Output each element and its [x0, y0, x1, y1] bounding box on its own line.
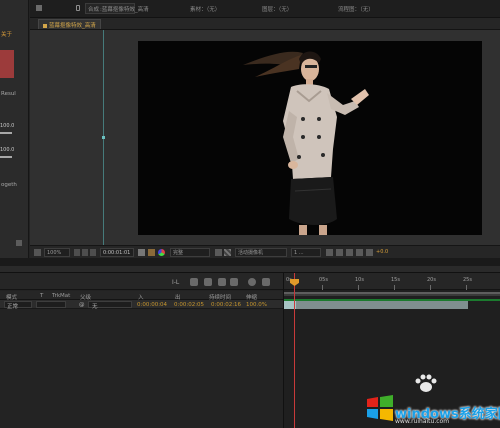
- effect-controls-panel: 关于 Resul 100.0 100.0 ogeth: [0, 0, 29, 258]
- pickwhip-icon[interactable]: @: [79, 302, 85, 308]
- ruler-mark: [394, 285, 395, 290]
- layer-duration[interactable]: 0:00:02:16: [211, 302, 241, 308]
- watermark: windows系统家园 www.ruihaitu.com: [355, 373, 500, 428]
- timeline-column-headers: 模式 T TrkMat 父级 入 出 持续时间 伸缩: [0, 291, 283, 301]
- timeline-tab-bar: [0, 266, 500, 273]
- ruler-tick-2: 10s: [355, 277, 364, 283]
- ruler-mark: [358, 285, 359, 290]
- layer-clip-bar[interactable]: [284, 301, 468, 309]
- color-swatch[interactable]: [0, 50, 14, 78]
- brainstorm-icon[interactable]: [262, 278, 270, 286]
- timecode-glyph[interactable]: I-L: [172, 279, 179, 286]
- layer-tab[interactable]: 图层：（无）: [262, 5, 292, 13]
- fast-previews-icon[interactable]: [336, 249, 343, 256]
- ruler-mark: [322, 285, 323, 290]
- draft-3d-icon[interactable]: [190, 278, 198, 286]
- collapse-handle[interactable]: [16, 240, 22, 246]
- always-preview-icon[interactable]: [34, 249, 41, 256]
- value-field-1[interactable]: 100.0: [0, 123, 14, 129]
- current-time-display[interactable]: 0:00:01:01: [100, 248, 134, 257]
- composition-tab-prefix: 合成: [88, 7, 100, 13]
- work-area-handle[interactable]: [284, 292, 500, 294]
- channel-icon[interactable]: [158, 249, 165, 256]
- slider-1[interactable]: [0, 132, 12, 134]
- ruler-mark: [430, 285, 431, 290]
- toggle-pixel-aspect-icon[interactable]: [326, 249, 333, 256]
- motion-blur-icon[interactable]: [230, 278, 238, 286]
- col-track[interactable]: T: [40, 293, 43, 299]
- ruler-tick-1: 05s: [319, 277, 328, 283]
- layer-row[interactable]: 正常 @ 无 0:00:00:04 0:00:02:05 0:00:02:16 …: [0, 300, 283, 310]
- time-ruler[interactable]: 0s 05s 10s 15s 20s 25s: [284, 273, 500, 290]
- composition-tab-bar: 合成 :蓝幕抠像特效_高清 素材：（无） 图层：（无） 流程图：（无）: [30, 0, 500, 18]
- layer-in-point[interactable]: 0:00:00:04: [137, 302, 167, 308]
- composition-viewer[interactable]: [30, 30, 500, 245]
- zoom-dropdown[interactable]: 100%: [44, 248, 70, 257]
- paw-logo-icon: [415, 374, 437, 392]
- layer-list-empty-area[interactable]: [0, 309, 283, 428]
- snapshot-icon[interactable]: [138, 249, 145, 256]
- grid-icon[interactable]: [90, 249, 96, 256]
- composition-subtab[interactable]: 蓝幕抠像特效_高清: [38, 19, 101, 29]
- shy-icon[interactable]: [204, 278, 212, 286]
- ruler-tick-4: 20s: [427, 277, 436, 283]
- panel-label-result: Resul: [1, 91, 16, 97]
- show-snapshot-icon[interactable]: [148, 249, 155, 256]
- timeline-controls: I-L: [0, 273, 283, 290]
- layer-stretch[interactable]: 100.0%: [246, 302, 267, 308]
- playhead-line[interactable]: [294, 273, 295, 428]
- ruler-tick-5: 25s: [463, 277, 472, 283]
- layer-out-point[interactable]: 0:00:02:05: [174, 302, 204, 308]
- region-of-interest-icon[interactable]: [215, 249, 222, 256]
- composition-icon: [43, 23, 47, 28]
- views-dropdown[interactable]: 1 ...: [291, 248, 321, 257]
- composition-canvas[interactable]: [138, 41, 482, 235]
- flowchart-tab[interactable]: 流程图：（无）: [338, 5, 374, 13]
- lock-icon[interactable]: [76, 5, 80, 11]
- exposure-value[interactable]: +0.0: [376, 248, 388, 257]
- windows-logo-icon: [367, 395, 393, 421]
- trkmat-dropdown[interactable]: [36, 301, 66, 308]
- footage-tab[interactable]: 素材：（无）: [190, 5, 220, 13]
- panel-label-about: 关于: [1, 32, 13, 38]
- timeline-icon[interactable]: [346, 249, 353, 256]
- panel-divider[interactable]: [0, 258, 500, 266]
- reset-exposure-icon[interactable]: [366, 249, 373, 256]
- safe-margins-icon[interactable]: [74, 249, 80, 256]
- transparency-grid-icon[interactable]: [224, 249, 231, 256]
- slider-2[interactable]: [0, 156, 12, 158]
- viewer-toolbar: 100% 0:00:01:01 完整 活动摄像机 1 ... +0.0: [30, 245, 500, 258]
- panel-label-together: ogeth: [1, 182, 17, 188]
- camera-dropdown[interactable]: 活动摄像机: [235, 248, 287, 257]
- col-trkmat[interactable]: TrkMat: [52, 293, 70, 299]
- keyed-figure-image: [243, 51, 369, 235]
- ruler-mark: [466, 285, 467, 290]
- mask-visibility-icon[interactable]: [82, 249, 88, 256]
- composition-subtab-row: 蓝幕抠像特效_高清: [30, 18, 500, 30]
- guide-handle[interactable]: [102, 136, 105, 139]
- composition-tab-title[interactable]: :蓝幕抠像特效_高清: [100, 5, 149, 13]
- watermark-site: www.ruihaitu.com: [395, 418, 450, 425]
- resolution-dropdown[interactable]: 完整: [170, 248, 210, 257]
- panel-menu-icon[interactable]: [36, 5, 42, 11]
- value-field-2[interactable]: 100.0: [0, 147, 14, 153]
- ruler-tick-3: 15s: [391, 277, 400, 283]
- graph-editor-icon[interactable]: [248, 278, 256, 286]
- frame-blending-icon[interactable]: [218, 278, 226, 286]
- flowchart-icon[interactable]: [356, 249, 363, 256]
- subtab-label: 蓝幕抠像特效_高清: [49, 23, 96, 29]
